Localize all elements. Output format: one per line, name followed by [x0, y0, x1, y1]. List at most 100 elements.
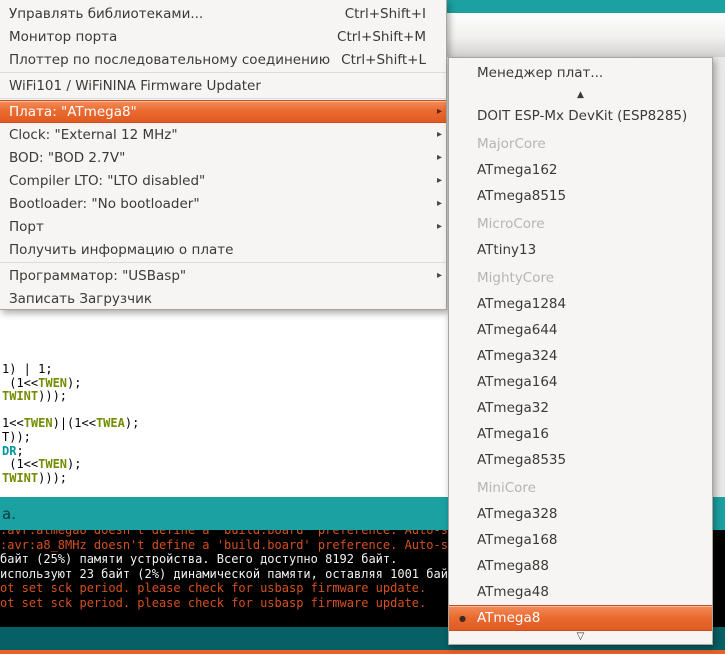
menu-item-compiler-lto-lto-disabled[interactable]: Compiler LTO: "LTO disabled" ▸ [0, 169, 446, 192]
board-item-label: ATmega16 [477, 426, 549, 442]
board-item-label: ATmega164 [477, 374, 558, 390]
menu-item-label: Compiler LTO: "LTO disabled" [9, 172, 206, 189]
board-core-header-mightycore: MightyCore [449, 265, 712, 291]
board-item-label: ATmega32 [477, 400, 549, 416]
board-item-atmega168[interactable]: ATmega168 [449, 527, 712, 553]
board-item-label: ATtiny13 [477, 242, 537, 258]
menu-item-wifi101-wifinina-firmware-updater[interactable]: WiFi101 / WiFiNINA Firmware Updater [0, 74, 446, 97]
menu-item-label: Управлять библиотеками... [9, 5, 204, 22]
code-line: T)); [2, 429, 31, 444]
board-item-label: MicroCore [477, 216, 545, 232]
code-line: TWINT))); [2, 470, 68, 485]
submenu-arrow-icon: ▸ [436, 175, 442, 186]
menu-item-shortcut: Ctrl+Shift+M [337, 28, 426, 45]
board-item-label: ATmega168 [477, 532, 558, 548]
menu-item-label: Монитор порта [9, 28, 118, 45]
board-item-atmega644[interactable]: ATmega644 [449, 317, 712, 343]
scroll-down-icon[interactable]: ▽ [449, 631, 712, 644]
board-item-label: MajorCore [477, 136, 546, 152]
board-item-label: DOIT ESP-Mx DevKit (ESP8285) [477, 108, 688, 124]
board-item-label: ATmega88 [477, 558, 549, 574]
board-item-label: ATmega1284 [477, 296, 567, 312]
submenu-arrow-icon: ▸ [436, 221, 442, 232]
board-item-label: ATmega644 [477, 322, 558, 338]
board-item-label: ATmega8515 [477, 188, 567, 204]
submenu-arrow-icon: ▸ [436, 129, 442, 140]
board-item-attiny13[interactable]: ATtiny13 [449, 237, 712, 263]
menu-item-label: Получить информацию о плате [9, 241, 234, 258]
menu-item-label: Плата: "ATmega8" [9, 103, 137, 120]
board-item-atmega324[interactable]: ATmega324 [449, 343, 712, 369]
menu-item-item[interactable]: Порт ▸ [0, 215, 446, 238]
board-item-label: ATmega324 [477, 348, 558, 364]
board-item-label: ATmega162 [477, 162, 558, 178]
menu-item-item[interactable]: Управлять библиотеками... Ctrl+Shift+I [0, 2, 446, 25]
window-bottom-strip [0, 650, 725, 654]
board-item-label: Менеджер плат... [477, 65, 604, 81]
menu-separator [0, 98, 446, 99]
board-item-atmega8[interactable]: ● ATmega8 [449, 605, 712, 631]
board-item-label: MightyCore [477, 270, 555, 286]
menu-item-item[interactable]: Записать Загрузчик [0, 287, 446, 310]
menu-item-label: BOD: "BOD 2.7V" [9, 149, 126, 166]
menu-item-label: Плоттер по последовательному соединению [9, 51, 331, 68]
code-text: 1) | 1; (1<<TWEN); TWINT))); 1<<TWEN)|(1<… [2, 362, 462, 513]
submenu-arrow-icon: ▸ [436, 106, 442, 117]
board-item-doit-esp-mx-devkit-esp8285[interactable]: DOIT ESP-Mx DevKit (ESP8285) [449, 103, 712, 129]
menu-separator [0, 262, 446, 263]
menu-item-shortcut: Ctrl+Shift+I [344, 5, 426, 22]
scroll-up-icon[interactable]: ▲ [449, 88, 712, 103]
submenu-arrow-icon: ▸ [436, 270, 442, 281]
menu-item-item[interactable]: Монитор порта Ctrl+Shift+M [0, 25, 446, 48]
board-item-atmega88[interactable]: ATmega88 [449, 553, 712, 579]
board-item-label: ATmega8535 [477, 452, 567, 468]
menu-item-label: Записать Загрузчик [9, 290, 152, 307]
code-line: 1) | 1; [2, 362, 53, 376]
board-item-label: ATmega328 [477, 506, 558, 522]
menu-item-bod-bod-2-7v[interactable]: BOD: "BOD 2.7V" ▸ [0, 146, 446, 169]
board-core-header-majorcore: MajorCore [449, 131, 712, 157]
menu-separator [0, 72, 446, 73]
menu-item-label: Clock: "External 12 MHz" [9, 126, 178, 143]
menu-item-usbasp[interactable]: Программатор: "USBasp" ▸ [0, 264, 446, 287]
board-core-header-minicore: MiniCore [449, 475, 712, 501]
menu-item-label: Bootloader: "No bootloader" [9, 195, 200, 212]
editor-scrollbar[interactable] [713, 57, 725, 497]
board-item-atmega32[interactable]: ATmega32 [449, 395, 712, 421]
board-item-atmega8515[interactable]: ATmega8515 [449, 183, 712, 209]
menu-item-atmega8[interactable]: Плата: "ATmega8" ▸ [0, 100, 446, 123]
code-line: (1<<TWEN); [2, 375, 82, 390]
board-item-atmega164[interactable]: ATmega164 [449, 369, 712, 395]
menu-item-label: Порт [9, 218, 44, 235]
submenu-arrow-icon: ▸ [436, 152, 442, 163]
status-message: а. [2, 505, 16, 523]
selected-bullet-icon: ● [459, 613, 466, 623]
board-item-atmega16[interactable]: ATmega16 [449, 421, 712, 447]
tools-menu: Управлять библиотеками... Ctrl+Shift+I Мон… [0, 0, 447, 310]
board-core-header-microcore: MicroCore [449, 211, 712, 237]
menu-item-clock-external-12-mhz[interactable]: Clock: "External 12 MHz" ▸ [0, 123, 446, 146]
menu-item-bootloader-no-bootloader[interactable]: Bootloader: "No bootloader" ▸ [0, 192, 446, 215]
code-line: (1<<TWEN); [2, 457, 82, 472]
board-item-atmega8535[interactable]: ATmega8535 [449, 447, 712, 473]
board-item-label: ATmega48 [477, 584, 549, 600]
board-item-label: ATmega8 [477, 610, 541, 626]
menu-item-label: Программатор: "USBasp" [9, 267, 187, 284]
menu-item-item[interactable]: Плоттер по последовательному соединению C… [0, 48, 446, 71]
menu-item-label: WiFi101 / WiFiNINA Firmware Updater [9, 77, 261, 94]
board-submenu: Менеджер плат... ▲ DOIT ESP-Mx DevKit (ESP… [448, 57, 713, 645]
board-item-atmega162[interactable]: ATmega162 [449, 157, 712, 183]
board-item-atmega1284[interactable]: ATmega1284 [449, 291, 712, 317]
ide-screen: 1) | 1; (1<<TWEN); TWINT))); 1<<TWEN)|(1<… [0, 0, 725, 654]
board-item-label: MiniCore [477, 480, 536, 496]
menu-item-item[interactable]: Получить информацию о плате [0, 238, 446, 261]
board-item-atmega328[interactable]: ATmega328 [449, 501, 712, 527]
board-item-item[interactable]: Менеджер плат... [449, 60, 712, 86]
menu-item-shortcut: Ctrl+Shift+L [341, 51, 426, 68]
board-item-atmega48[interactable]: ATmega48 [449, 579, 712, 605]
submenu-arrow-icon: ▸ [436, 198, 442, 209]
code-line: DR; [2, 443, 24, 458]
code-line: TWINT))); [2, 389, 68, 404]
code-line: 1<<TWEN)|(1<<TWEA); [2, 416, 140, 431]
